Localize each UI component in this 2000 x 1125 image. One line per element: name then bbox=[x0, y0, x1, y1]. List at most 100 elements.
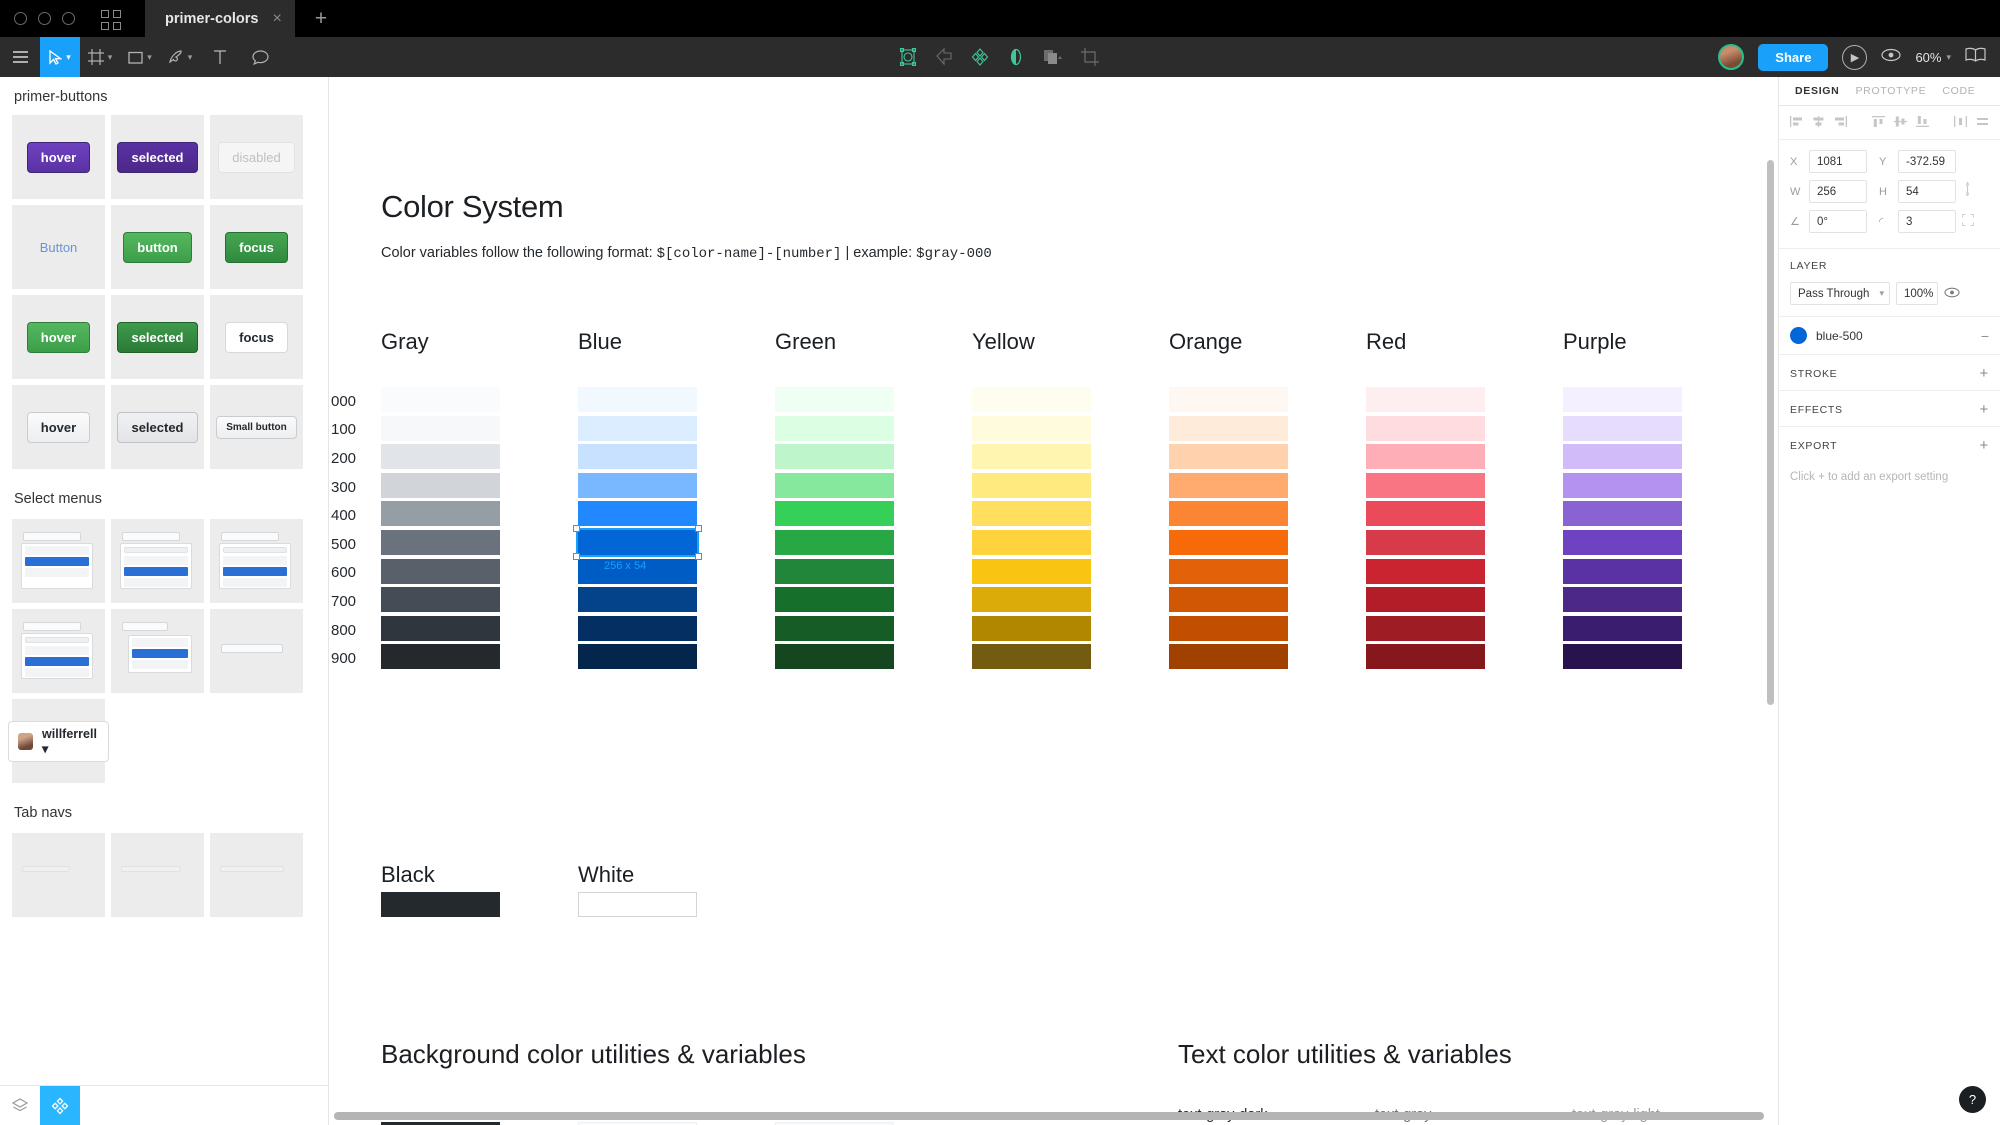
blend-mode-select[interactable]: Pass Through ▾ bbox=[1790, 282, 1890, 305]
color-swatch[interactable] bbox=[1169, 616, 1288, 641]
color-swatch[interactable] bbox=[1366, 444, 1485, 469]
play-icon[interactable]: ▶ bbox=[1842, 45, 1867, 70]
color-swatch[interactable] bbox=[775, 587, 894, 612]
color-swatch[interactable] bbox=[1563, 616, 1682, 641]
color-swatch[interactable] bbox=[381, 501, 500, 526]
color-swatch[interactable] bbox=[775, 644, 894, 669]
color-swatch[interactable] bbox=[972, 644, 1091, 669]
file-browser-icon[interactable] bbox=[101, 8, 123, 30]
chevron-down-icon[interactable]: ▾ bbox=[66, 52, 71, 63]
color-swatch[interactable] bbox=[578, 644, 697, 669]
thumb-hover-ghost[interactable]: hover bbox=[12, 385, 105, 469]
x-field[interactable]: 1081 bbox=[1809, 150, 1867, 173]
thumb-tab-nav[interactable] bbox=[111, 833, 204, 917]
color-swatch[interactable] bbox=[1169, 473, 1288, 498]
tab-primer-colors[interactable]: primer-colors × bbox=[145, 0, 295, 37]
color-swatch[interactable] bbox=[972, 387, 1091, 412]
color-swatch[interactable] bbox=[775, 444, 894, 469]
hamburger-icon[interactable] bbox=[0, 37, 40, 77]
color-swatch[interactable] bbox=[1366, 616, 1485, 641]
thumb-hover-green[interactable]: hover bbox=[12, 295, 105, 379]
color-swatch[interactable] bbox=[972, 444, 1091, 469]
color-swatch[interactable] bbox=[381, 444, 500, 469]
color-swatch[interactable] bbox=[1563, 444, 1682, 469]
color-swatch[interactable] bbox=[1366, 387, 1485, 412]
text-tool[interactable] bbox=[200, 37, 240, 77]
layers-icon[interactable] bbox=[0, 1086, 40, 1125]
thumb-button-green[interactable]: button bbox=[111, 205, 204, 289]
color-swatch[interactable] bbox=[578, 444, 697, 469]
color-swatch[interactable] bbox=[578, 416, 697, 441]
align-left-icon[interactable] bbox=[1790, 114, 1803, 132]
book-icon[interactable] bbox=[1965, 47, 1986, 67]
component-icon[interactable] bbox=[971, 48, 989, 66]
color-swatch[interactable] bbox=[381, 530, 500, 555]
rotation-field[interactable]: 0° bbox=[1809, 210, 1867, 233]
user-pill[interactable]: willferrell ▾ bbox=[8, 721, 109, 762]
color-swatch[interactable] bbox=[1563, 501, 1682, 526]
thumb-selected-purple[interactable]: selected bbox=[111, 115, 204, 199]
close-icon[interactable]: × bbox=[272, 11, 281, 27]
pen-tool[interactable]: ▾ bbox=[160, 37, 200, 77]
zoom-control[interactable]: 60% ▾ bbox=[1915, 50, 1951, 65]
minimize-window-icon[interactable] bbox=[38, 12, 51, 25]
tab-prototype[interactable]: PROTOTYPE bbox=[1847, 85, 1934, 97]
share-button[interactable]: Share bbox=[1758, 44, 1828, 71]
new-tab-icon[interactable]: + bbox=[315, 8, 327, 29]
thumb-select-menu[interactable] bbox=[111, 519, 204, 603]
add-stroke-icon[interactable]: + bbox=[1980, 366, 1989, 381]
thumb-selected-ghost[interactable]: selected bbox=[111, 385, 204, 469]
color-swatch[interactable] bbox=[775, 387, 894, 412]
color-swatch[interactable] bbox=[578, 473, 697, 498]
add-effect-icon[interactable]: + bbox=[1980, 402, 1989, 417]
color-swatch[interactable] bbox=[578, 530, 697, 555]
align-right-icon[interactable] bbox=[1834, 114, 1847, 132]
color-swatch[interactable] bbox=[578, 587, 697, 612]
color-swatch[interactable] bbox=[1169, 530, 1288, 555]
shape-tool[interactable]: ▾ bbox=[120, 37, 160, 77]
color-swatch[interactable] bbox=[972, 530, 1091, 555]
color-swatch[interactable] bbox=[972, 616, 1091, 641]
color-swatch[interactable] bbox=[775, 416, 894, 441]
w-field[interactable]: 256 bbox=[1809, 180, 1867, 203]
color-swatch[interactable] bbox=[1366, 501, 1485, 526]
color-swatch[interactable] bbox=[1563, 644, 1682, 669]
y-field[interactable]: -372.59 bbox=[1898, 150, 1956, 173]
thumb-tab-nav[interactable] bbox=[210, 833, 303, 917]
boolean-icon[interactable] bbox=[935, 48, 953, 66]
color-swatch[interactable] bbox=[381, 559, 500, 584]
avatar[interactable] bbox=[1718, 44, 1744, 70]
color-swatch[interactable] bbox=[1563, 559, 1682, 584]
color-swatch[interactable] bbox=[1366, 587, 1485, 612]
remove-fill-icon[interactable]: − bbox=[1981, 328, 1989, 344]
maximize-window-icon[interactable] bbox=[62, 12, 75, 25]
thumb-button-link[interactable]: Button bbox=[12, 205, 105, 289]
distribute-icon[interactable] bbox=[1043, 48, 1063, 66]
color-swatch[interactable] bbox=[1563, 530, 1682, 555]
thumb-focus-white[interactable]: focus bbox=[210, 295, 303, 379]
thumb-disabled[interactable]: disabled bbox=[210, 115, 303, 199]
thumb-tab-nav[interactable] bbox=[12, 833, 105, 917]
color-swatch[interactable] bbox=[972, 559, 1091, 584]
chevron-down-icon[interactable]: ▾ bbox=[188, 52, 193, 63]
thumb-hover-purple[interactable]: hover bbox=[12, 115, 105, 199]
palette-swatch-grid[interactable] bbox=[381, 387, 1760, 673]
color-swatch[interactable] bbox=[381, 473, 500, 498]
color-swatch[interactable] bbox=[1169, 387, 1288, 412]
design-canvas[interactable]: Color System Color variables follow the … bbox=[329, 77, 1778, 1125]
help-button[interactable]: ? bbox=[1959, 1086, 1986, 1113]
color-swatch[interactable] bbox=[1366, 530, 1485, 555]
color-swatch[interactable] bbox=[381, 416, 500, 441]
color-swatch[interactable] bbox=[972, 473, 1091, 498]
distribute-icon[interactable] bbox=[1954, 114, 1967, 132]
color-swatch[interactable] bbox=[1366, 559, 1485, 584]
thumb-selected-green[interactable]: selected bbox=[111, 295, 204, 379]
frame-tool[interactable]: ▾ bbox=[80, 37, 120, 77]
align-top-icon[interactable] bbox=[1872, 114, 1885, 132]
color-swatch[interactable] bbox=[1169, 501, 1288, 526]
opacity-field[interactable]: 100% bbox=[1896, 282, 1938, 305]
color-swatch[interactable] bbox=[972, 501, 1091, 526]
components-icon[interactable] bbox=[40, 1086, 80, 1125]
color-swatch[interactable] bbox=[381, 644, 500, 669]
color-swatch[interactable] bbox=[1366, 416, 1485, 441]
